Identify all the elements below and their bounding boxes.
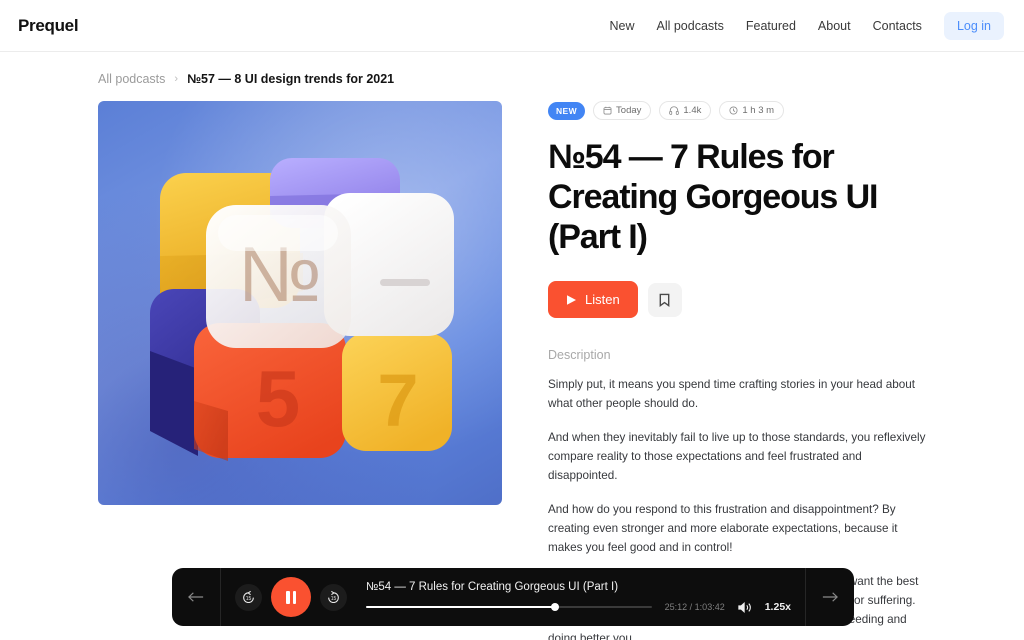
chip-date-label: Today — [616, 105, 642, 116]
arrow-right-icon — [822, 592, 838, 602]
nav-item-about[interactable]: About — [818, 19, 851, 33]
volume-button[interactable] — [738, 601, 752, 614]
player-progress-slider[interactable] — [366, 602, 652, 612]
description-label: Description — [548, 348, 611, 363]
episode-detail: NEW Today 1.4k 1 h 3 m №54 — 7 Rules for… — [548, 101, 928, 640]
pause-bar-right — [292, 590, 296, 604]
nav-item-new[interactable]: New — [609, 19, 634, 33]
listen-button[interactable]: Listen — [548, 281, 638, 319]
arrow-left-icon — [188, 592, 204, 602]
nav-item-featured[interactable]: Featured — [746, 19, 796, 33]
player-transport-controls: 15 15 — [221, 577, 358, 617]
audio-player: 15 15 №54 — 7 Rules for Creating Gorgeou… — [172, 568, 854, 626]
playback-speed-button[interactable]: 1.25x — [765, 601, 791, 613]
breadcrumb-current: №57 — 8 UI design trends for 2021 — [187, 72, 395, 86]
nav-item-all-podcasts[interactable]: All podcasts — [656, 19, 723, 33]
player-previous-button[interactable] — [172, 568, 220, 626]
cube-svg: 5 7 № — [150, 158, 454, 461]
chip-listens-label: 1.4k — [683, 105, 702, 116]
play-icon — [567, 294, 576, 305]
main-navigation: New All podcasts Featured About Contacts… — [609, 11, 1004, 40]
main-content: 5 7 № NEW Today 1.4k 1 h 3 m №54 — 7 Rul… — [0, 86, 1024, 640]
forward-15-icon: 15 — [328, 590, 339, 603]
chip-date: Today — [593, 101, 652, 120]
chip-listens: 1.4k — [659, 101, 712, 120]
episode-cover-art: 5 7 № — [98, 101, 502, 505]
episode-actions: Listen — [548, 281, 928, 319]
svg-text:7: 7 — [377, 359, 418, 442]
site-header: Prequel New All podcasts Featured About … — [0, 0, 1024, 52]
progress-fill — [366, 606, 555, 608]
nav-item-contacts[interactable]: Contacts — [873, 19, 922, 33]
volume-icon — [738, 601, 751, 613]
description-paragraph: Simply put, it means you spend time craf… — [548, 378, 916, 411]
bookmark-button[interactable] — [647, 282, 682, 317]
svg-text:15: 15 — [246, 596, 252, 602]
site-logo[interactable]: Prequel — [18, 16, 79, 36]
player-progress-row: 25:12 / 1:03:42 1.25x — [366, 601, 791, 614]
player-info: №54 — 7 Rules for Creating Gorgeous UI (… — [358, 581, 805, 614]
svg-text:15: 15 — [331, 596, 337, 602]
player-track-title: №54 — 7 Rules for Creating Gorgeous UI (… — [366, 580, 619, 593]
clock-icon — [729, 106, 738, 115]
cube-illustration: 5 7 № — [98, 101, 502, 505]
rewind-15-button[interactable]: 15 — [235, 583, 262, 611]
headphones-icon — [669, 106, 680, 115]
progress-handle[interactable] — [550, 603, 559, 611]
svg-text:5: 5 — [256, 354, 301, 443]
breadcrumb-separator-icon: › — [174, 73, 179, 85]
login-button[interactable]: Log in — [943, 11, 1004, 40]
pause-bar-left — [286, 590, 290, 604]
breadcrumb-parent-link[interactable]: All podcasts — [98, 72, 165, 86]
play-pause-button[interactable] — [271, 577, 311, 617]
status-badge-new: NEW — [548, 101, 586, 120]
page-title: №54 — 7 Rules for Creating Gorgeous UI (… — [548, 138, 878, 256]
player-next-button[interactable] — [806, 568, 854, 626]
player-time-display: 25:12 / 1:03:42 — [664, 602, 725, 612]
description-paragraph: And how do you respond to this frustrati… — [548, 503, 898, 554]
listen-button-label: Listen — [585, 292, 620, 308]
description-paragraph: And when they inevitably fail to live up… — [548, 431, 926, 483]
bookmark-icon — [659, 293, 670, 307]
episode-meta-row: NEW Today 1.4k 1 h 3 m — [548, 101, 928, 120]
breadcrumb: All podcasts › №57 — 8 UI design trends … — [0, 52, 1024, 86]
chip-duration-label: 1 h 3 m — [742, 105, 775, 116]
forward-15-button[interactable]: 15 — [320, 583, 347, 611]
chip-duration: 1 h 3 m — [719, 101, 785, 120]
rewind-15-icon: 15 — [243, 590, 254, 603]
calendar-icon — [603, 106, 612, 115]
